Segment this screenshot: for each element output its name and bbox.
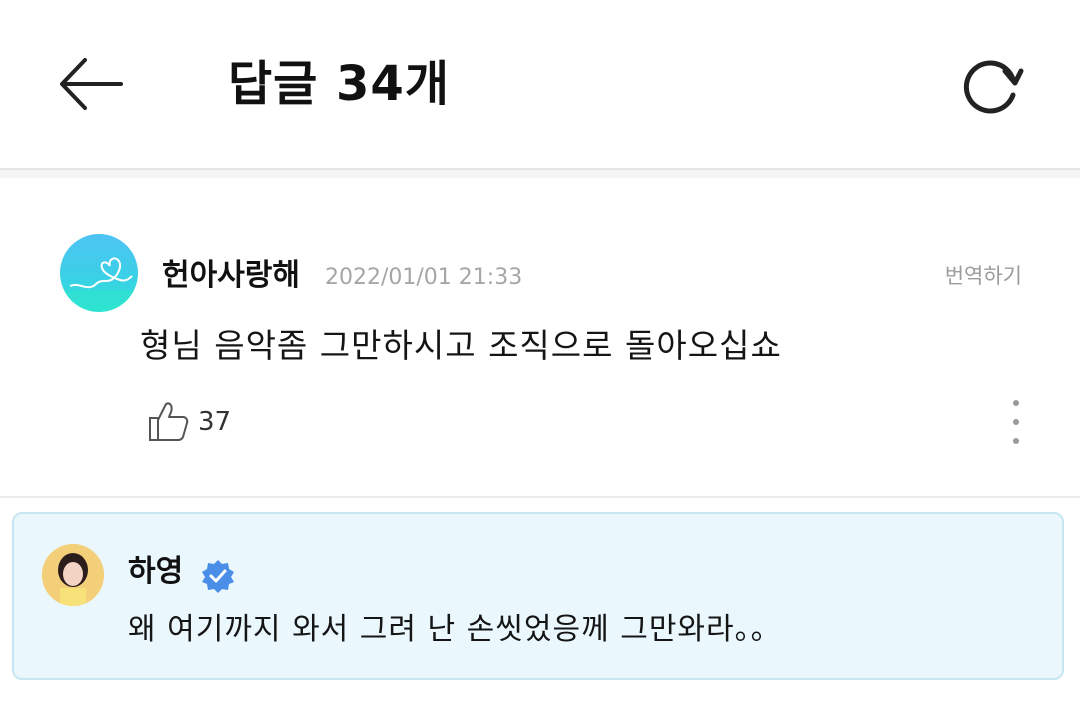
refresh-icon	[963, 60, 1024, 114]
more-options-button[interactable]	[1004, 400, 1028, 444]
top-bar: 답글 34개	[0, 0, 1080, 170]
pinned-reply: 하영 왜 여기까지 와서 그려 난 손씻었응께 그만와라。。	[12, 512, 1064, 680]
comment-author[interactable]: 헌아사랑해	[162, 258, 300, 294]
arrow-left-icon	[60, 58, 123, 110]
reply-author[interactable]: 하영	[128, 554, 183, 590]
more-vertical-icon	[1013, 400, 1019, 406]
page-title: 답글 34개	[228, 56, 450, 112]
more-dot	[1013, 438, 1019, 444]
comment-card: 헌아사랑해 2022/01/01 21:33 번역하기 형님 음악좀 그만하시고…	[0, 178, 1080, 498]
reply-avatar-art	[42, 544, 104, 606]
reply-text: 왜 여기까지 와서 그려 난 손씻었응께 그만와라。。	[128, 612, 782, 647]
comment-timestamp: 2022/01/01 21:33	[325, 265, 523, 290]
reply-avatar[interactable]	[42, 544, 104, 606]
avatar[interactable]	[60, 234, 138, 312]
back-button[interactable]	[52, 50, 128, 118]
refresh-button[interactable]	[958, 54, 1028, 116]
verified-badge-icon	[202, 560, 234, 593]
section-divider	[0, 170, 1080, 178]
avatar-art	[60, 257, 138, 312]
comment-text: 형님 음악좀 그만하시고 조직으로 돌아오십쇼	[140, 326, 782, 365]
like-count: 37	[198, 407, 232, 437]
like-button[interactable]	[146, 400, 190, 442]
more-dot	[1013, 419, 1019, 425]
thumbs-up-icon	[149, 402, 189, 441]
translate-link[interactable]: 번역하기	[945, 262, 1022, 290]
